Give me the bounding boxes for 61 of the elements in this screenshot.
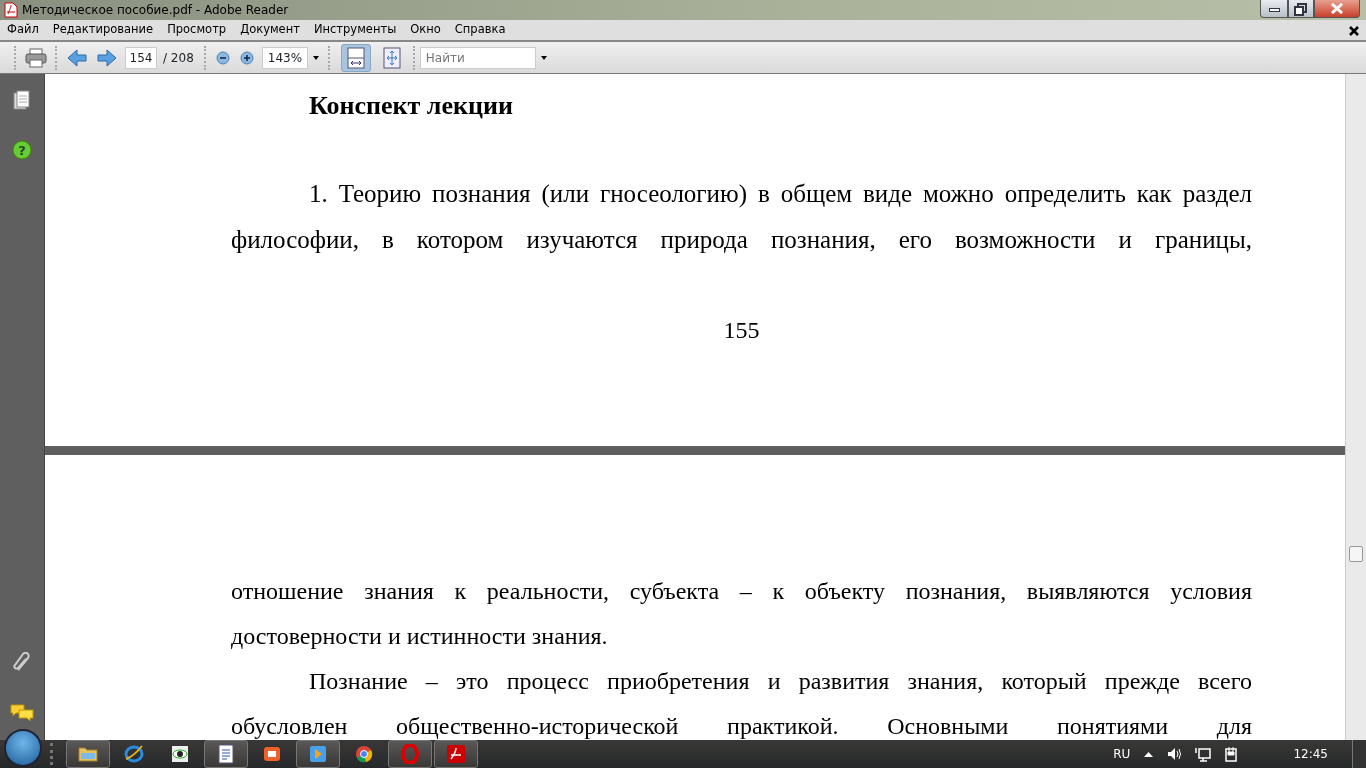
battery-plug-icon[interactable] [1225, 746, 1240, 762]
clock[interactable]: 12:45 [1293, 745, 1328, 763]
browser-icon [124, 744, 144, 764]
help-icon[interactable]: ? [12, 140, 32, 160]
close-icon [1331, 3, 1343, 14]
restore-button[interactable] [1288, 0, 1314, 18]
taskbar-button[interactable] [66, 740, 110, 768]
menu-item[interactable]: Редактирование [45, 21, 161, 39]
document-icon [216, 744, 236, 764]
text-line: Познание – это процесс приобретения и развития знания, который прежде всего [308, 667, 1252, 696]
opera-icon [400, 744, 420, 764]
menu-item[interactable]: Просмотр [160, 21, 234, 39]
zoom-field[interactable]: 143% [261, 46, 308, 69]
menu-item[interactable]: Инструменты [306, 21, 404, 39]
pdf-icon [446, 744, 466, 764]
minimize-icon [1269, 8, 1280, 12]
fit-width-button[interactable] [340, 43, 371, 72]
plus-icon [239, 50, 254, 65]
search-field[interactable]: Найти [419, 46, 536, 69]
text-line: достоверности и истинности знания. [231, 622, 609, 651]
up-arrow-icon[interactable] [1144, 751, 1154, 757]
caret-icon[interactable] [310, 54, 321, 61]
printer-icon [25, 47, 47, 68]
close-button[interactable] [1314, 0, 1360, 18]
play-icon [308, 744, 328, 764]
pages-icon[interactable] [13, 90, 31, 110]
presentation-icon [262, 744, 282, 764]
menu-item[interactable]: Файл [0, 21, 46, 39]
folder-icon [78, 744, 98, 764]
show-desktop-button[interactable] [1352, 740, 1366, 768]
start-button[interactable] [4, 729, 42, 767]
taskbar-button[interactable] [204, 740, 248, 768]
minimize-button[interactable] [1260, 0, 1288, 18]
caret-icon[interactable] [538, 54, 549, 61]
text-line: обусловлен общественно-исторической практикой. Основными понятиями для [231, 712, 1252, 740]
chrome-icon [354, 744, 374, 764]
section-heading: Конспект лекции [309, 90, 514, 122]
language-indicator[interactable]: RU [1113, 745, 1131, 763]
pdf-icon [4, 2, 18, 18]
fit-width-icon [346, 46, 365, 69]
taskbar-button[interactable] [434, 740, 478, 768]
scrollbar-thumb[interactable] [1349, 546, 1363, 562]
page-count: / 208 [163, 49, 194, 67]
close-icon[interactable] [1349, 26, 1359, 36]
text-line: отношение знания к реальности, субъекта – к объекту познания, выявляются условия [231, 577, 1252, 606]
fit-page-icon [382, 46, 401, 69]
menu-item[interactable]: Документ [233, 21, 307, 39]
right-arrow-icon [97, 48, 117, 67]
window-title: Методическое пособие.pdf - Adobe Reader [22, 2, 289, 19]
network-icon[interactable] [1195, 746, 1212, 762]
text-line: 1. Теорию познания (или гносеологию) в общем виде можно определить как раздел [308, 179, 1252, 210]
left-arrow-icon [67, 48, 87, 67]
page-number: 155 [722, 316, 761, 345]
menu-item[interactable]: Окно [403, 21, 448, 39]
menu-item[interactable]: Справка [447, 21, 513, 39]
speaker-icon[interactable] [1167, 747, 1182, 761]
comments-icon[interactable] [10, 704, 34, 722]
eye-icon [170, 744, 190, 764]
text-line: философии, в котором изучаются природа познания, его возможности и границы, [231, 225, 1252, 255]
page-number-field[interactable]: 154 [125, 46, 157, 69]
minus-icon [215, 50, 230, 65]
